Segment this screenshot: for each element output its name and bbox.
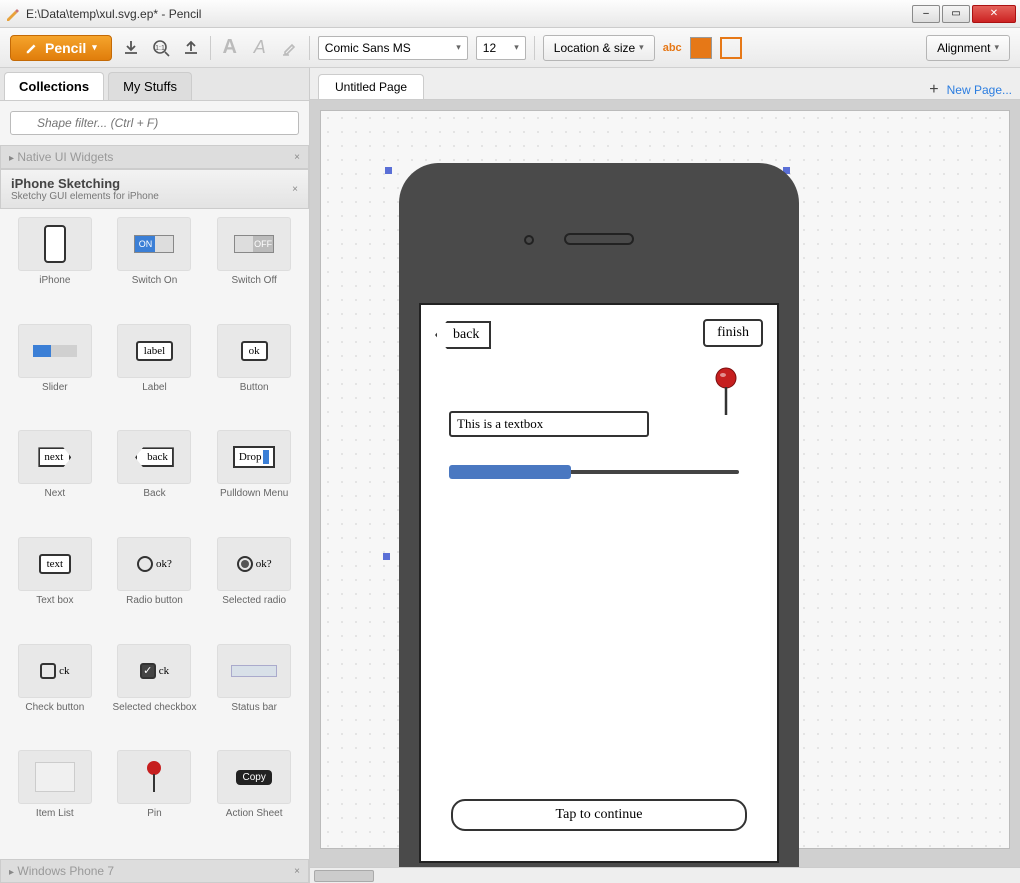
shape-label[interactable]: labelLabel <box>108 324 202 425</box>
font-style-a-icon: A <box>219 37 241 59</box>
artboard[interactable]: back finish This is a textbox Tap to con… <box>320 110 1010 849</box>
shape-radio[interactable]: ok?Radio button <box>108 537 202 638</box>
font-style-a2-icon: A <box>249 37 271 59</box>
shape-slider[interactable]: Slider <box>8 324 102 425</box>
minimize-button[interactable]: – <box>912 5 940 23</box>
close-icon[interactable]: × <box>294 152 300 163</box>
shape-switch-on[interactable]: ONSwitch On <box>108 217 202 318</box>
shape-iphone[interactable]: iPhone <box>8 217 102 318</box>
font-family-value: Comic Sans MS <box>325 41 411 55</box>
mockup-back-button[interactable]: back <box>435 321 491 349</box>
main-toolbar: Pencil ▾ 1:1 A A Comic Sans MS ▾ 12 ▾ Lo… <box>0 28 1020 68</box>
location-size-button[interactable]: Location & size ▾ <box>543 35 655 61</box>
stroke-color-swatch[interactable] <box>720 37 742 59</box>
new-page-link[interactable]: New Page... <box>947 83 1012 97</box>
shape-check-sel[interactable]: ✓ckSelected checkbox <box>108 644 202 745</box>
mockup-textbox[interactable]: This is a textbox <box>449 411 649 437</box>
selection-handle[interactable] <box>385 167 392 174</box>
app-icon <box>4 6 20 22</box>
shape-itemlist[interactable]: Item List <box>8 750 102 851</box>
mockup-slider[interactable] <box>449 465 739 479</box>
selection-handle[interactable] <box>383 553 390 560</box>
shape-statusbar[interactable]: Status bar <box>207 644 301 745</box>
add-page-icon[interactable]: + <box>929 81 938 99</box>
phone-camera <box>524 235 534 245</box>
location-size-label: Location & size <box>554 41 635 55</box>
collection-winphone-header[interactable]: ▸ Windows Phone 7 × <box>0 859 309 883</box>
canvas-area: Untitled Page + New Page... back finish <box>310 68 1020 883</box>
collection-native-header[interactable]: ▸ Native UI Widgets × <box>0 145 309 169</box>
shape-filter-input[interactable] <box>10 111 299 135</box>
maximize-button[interactable]: ▭ <box>942 5 970 23</box>
shape-back[interactable]: backBack <box>108 430 202 531</box>
shape-actionsheet[interactable]: CopyAction Sheet <box>207 750 301 851</box>
shape-next[interactable]: nextNext <box>8 430 102 531</box>
shape-textbox[interactable]: textText box <box>8 537 102 638</box>
pencil-icon <box>25 41 39 55</box>
mockup-pin[interactable] <box>713 367 739 422</box>
pencil-label: Pencil <box>45 40 86 56</box>
close-icon[interactable]: × <box>292 184 298 195</box>
collection-iphone-header[interactable]: iPhone Sketching Sketchy GUI elements fo… <box>0 169 309 209</box>
font-size-select[interactable]: 12 ▾ <box>476 36 526 60</box>
mockup-finish-button[interactable]: finish <box>703 319 763 347</box>
close-button[interactable]: ✕ <box>972 5 1016 23</box>
page-tab-untitled[interactable]: Untitled Page <box>318 74 424 99</box>
tab-collections[interactable]: Collections <box>4 72 104 100</box>
close-icon[interactable]: × <box>294 866 300 877</box>
tab-mystuffs[interactable]: My Stuffs <box>108 72 192 100</box>
pencil-menu-button[interactable]: Pencil ▾ <box>10 35 112 61</box>
shape-pulldown[interactable]: DropPulldown Menu <box>207 430 301 531</box>
alignment-button[interactable]: Alignment ▾ <box>926 35 1010 61</box>
phone-screen: back finish This is a textbox Tap to con… <box>419 303 779 863</box>
iphone-mockup[interactable]: back finish This is a textbox Tap to con… <box>399 163 799 883</box>
window-title: E:\Data\temp\xul.svg.ep* - Pencil <box>26 7 912 21</box>
shape-button[interactable]: okButton <box>207 324 301 425</box>
shape-radio-sel[interactable]: ok?Selected radio <box>207 537 301 638</box>
phone-speaker <box>564 233 634 245</box>
font-size-value: 12 <box>483 41 496 55</box>
window-titlebar: E:\Data\temp\xul.svg.ep* - Pencil – ▭ ✕ <box>0 0 1020 28</box>
alignment-label: Alignment <box>937 41 990 55</box>
collection-iphone-sub: Sketchy GUI elements for iPhone <box>11 191 159 202</box>
export-icon[interactable] <box>180 37 202 59</box>
shape-switch-off[interactable]: OFFSwitch Off <box>207 217 301 318</box>
font-family-select[interactable]: Comic Sans MS ▾ <box>318 36 468 60</box>
shape-pin[interactable]: Pin <box>108 750 202 851</box>
horizontal-scrollbar[interactable] <box>310 867 1020 883</box>
zoom-reset-icon[interactable]: 1:1 <box>150 37 172 59</box>
highlighter-icon <box>279 37 301 59</box>
text-color-abc-icon[interactable]: abc <box>663 42 682 54</box>
download-icon[interactable] <box>120 37 142 59</box>
fill-color-swatch[interactable] <box>690 37 712 59</box>
left-panel: Collections My Stuffs ▾ ▸ Native UI Widg… <box>0 68 310 883</box>
svg-text:1:1: 1:1 <box>155 45 165 52</box>
collection-iphone-title: iPhone Sketching <box>11 176 159 191</box>
shapes-grid: iPhone ONSwitch On OFFSwitch Off Slider … <box>0 209 309 859</box>
canvas-scroll[interactable]: back finish This is a textbox Tap to con… <box>310 100 1020 883</box>
shape-check[interactable]: ckCheck button <box>8 644 102 745</box>
